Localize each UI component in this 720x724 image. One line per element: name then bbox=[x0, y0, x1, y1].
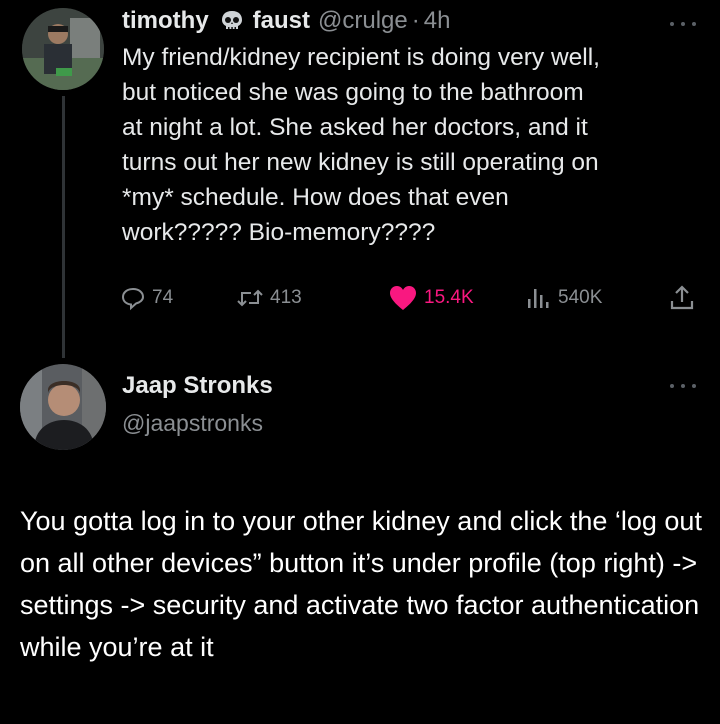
views-count: 540K bbox=[558, 287, 603, 308]
like-button[interactable]: 15.4K bbox=[388, 282, 474, 314]
reply-text: You gotta log in to your other kidney an… bbox=[20, 506, 702, 662]
author-handle[interactable]: @crulge bbox=[318, 7, 408, 35]
share-icon bbox=[670, 285, 694, 310]
heart-icon bbox=[390, 286, 416, 310]
avatar-jaap-stronks[interactable] bbox=[20, 364, 106, 450]
reply-count: 74 bbox=[152, 287, 174, 308]
tweet-text: My friend/kidney recipient is doing very… bbox=[122, 44, 600, 246]
avatar-photo bbox=[20, 364, 106, 450]
reply-icon bbox=[121, 287, 145, 311]
views-button[interactable]: 540K bbox=[524, 282, 602, 314]
more-options-icon[interactable] bbox=[670, 18, 696, 30]
views-icon bbox=[528, 289, 549, 308]
thread-line bbox=[62, 96, 65, 358]
reply-author-name[interactable]: Jaap Stronks bbox=[122, 372, 273, 400]
author-name[interactable]: timothy bbox=[122, 7, 209, 35]
separator-dot: · bbox=[411, 7, 420, 34]
tweet-timestamp[interactable]: 4h bbox=[424, 7, 451, 35]
reply-author-handle[interactable]: @jaapstronks bbox=[122, 410, 263, 437]
like-count: 15.4K bbox=[424, 287, 474, 308]
more-options-icon[interactable] bbox=[670, 380, 696, 392]
author-name-suffix[interactable]: faust bbox=[253, 7, 310, 35]
retweet-button[interactable]: 413 bbox=[236, 282, 302, 314]
retweet-icon bbox=[237, 289, 263, 307]
skull-icon bbox=[219, 8, 245, 34]
avatar-photo bbox=[22, 8, 104, 90]
retweet-count: 413 bbox=[270, 287, 302, 308]
tweet-actions: 74 413 15.4K 540K bbox=[120, 282, 702, 314]
reply-button[interactable]: 74 bbox=[120, 282, 173, 314]
tweet-header: timothy faust @crulge · 4h bbox=[122, 4, 450, 38]
avatar-timothy[interactable] bbox=[22, 8, 104, 90]
share-button[interactable] bbox=[668, 282, 696, 314]
